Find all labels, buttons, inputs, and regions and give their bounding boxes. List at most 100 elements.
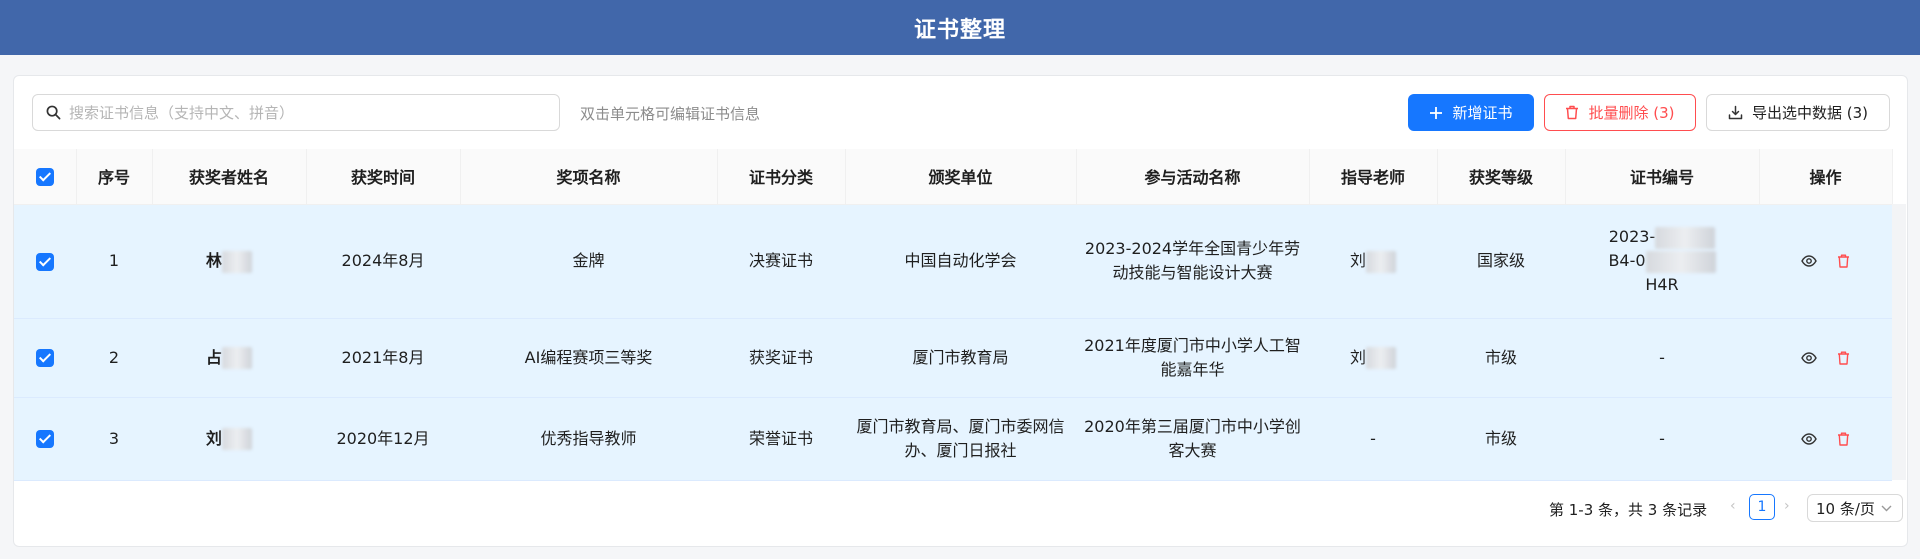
plus-icon — [1429, 106, 1443, 120]
cell-cert-no[interactable]: - — [1565, 397, 1759, 481]
cell-activity[interactable]: 2023-2024学年全国青少年劳动技能与智能设计大赛 — [1076, 204, 1309, 319]
column-header-cert-no: 证书编号 — [1565, 149, 1760, 205]
cell-activity[interactable]: 2020年第三届厦门市中小学创客大赛 — [1076, 397, 1309, 481]
redacted-text — [222, 428, 252, 450]
cell-name[interactable]: 占 — [152, 318, 306, 398]
certificate-table: 序号 获奖者姓名 获奖时间 奖项名称 证书分类 颁奖单位 参与活动名称 指导老师… — [14, 149, 1893, 481]
cell-issuer[interactable]: 中国自动化学会 — [845, 204, 1076, 319]
cell-name[interactable]: 林 — [152, 204, 306, 319]
cell-time[interactable]: 2020年12月 — [306, 397, 460, 481]
add-certificate-button[interactable]: 新增证书 — [1408, 94, 1534, 131]
export-selected-label: 导出选中数据 (3) — [1751, 104, 1869, 122]
redacted-text — [1645, 250, 1716, 273]
column-header-activity: 参与活动名称 — [1076, 149, 1310, 205]
edit-hint: 双击单元格可编辑证书信息 — [580, 105, 761, 123]
column-header-index: 序号 — [76, 149, 153, 205]
export-selected-button[interactable]: 导出选中数据 (3) — [1706, 94, 1890, 131]
cell-teacher[interactable]: 刘 — [1309, 204, 1437, 319]
select-all-cell[interactable] — [14, 149, 77, 205]
cell-time[interactable]: 2024年8月 — [306, 204, 460, 319]
pagination-total: 第 1-3 条，共 3 条记录 — [1549, 501, 1708, 519]
cell-issuer[interactable]: 厦门市教育局 — [845, 318, 1076, 398]
table-scrollbar[interactable] — [1892, 204, 1906, 480]
row-checkbox[interactable] — [36, 430, 54, 448]
batch-delete-label: 批量删除 (3) — [1588, 104, 1675, 122]
cell-activity[interactable]: 2021年度厦门市中小学人工智能嘉年华 — [1076, 318, 1309, 398]
column-header-actions: 操作 — [1759, 149, 1893, 205]
cell-issuer[interactable]: 厦门市教育局、厦门市委网信办、厦门日报社 — [845, 397, 1076, 481]
redacted-text — [1366, 250, 1396, 273]
search-icon — [46, 105, 61, 120]
winner-name: 林 — [205, 251, 222, 270]
toolbar: 双击单元格可编辑证书信息 新增证书 批量删除 (3) 导出选中数据 (3) — [14, 76, 1907, 149]
chevron-left-icon[interactable]: ‹ — [1730, 498, 1736, 514]
redacted-text — [222, 347, 252, 369]
delete-icon[interactable] — [1837, 254, 1850, 268]
cell-teacher[interactable]: 刘 — [1309, 318, 1437, 398]
table-row[interactable]: 3 刘 2020年12月 优秀指导教师 荣誉证书 厦门市教育局、厦门市委网信办、… — [14, 397, 1892, 481]
download-icon — [1728, 105, 1743, 120]
cell-level[interactable]: 市级 — [1437, 397, 1565, 481]
column-header-time: 获奖时间 — [306, 149, 461, 205]
column-header-issuer: 颁奖单位 — [845, 149, 1077, 205]
cell-actions — [1759, 204, 1892, 319]
cell-category[interactable]: 荣誉证书 — [717, 397, 845, 481]
cert-no-line-1: 2023- — [1608, 227, 1656, 246]
certificate-card: 双击单元格可编辑证书信息 新增证书 批量删除 (3) 导出选中数据 (3) — [13, 75, 1908, 547]
cell-level[interactable]: 市级 — [1437, 318, 1565, 398]
column-header-category: 证书分类 — [717, 149, 846, 205]
cell-name[interactable]: 刘 — [152, 397, 306, 481]
cell-index: 2 — [76, 318, 152, 398]
app-header: 证书整理 — [0, 0, 1920, 55]
redacted-text — [1655, 226, 1716, 249]
page-size-value: 10 条/页 — [1816, 499, 1875, 518]
column-header-level: 获奖等级 — [1437, 149, 1566, 205]
table-row[interactable]: 2 占 2021年8月 AI编程赛项三等奖 获奖证书 厦门市教育局 2021年度… — [14, 318, 1892, 398]
cell-actions — [1759, 318, 1892, 398]
row-checkbox[interactable] — [36, 349, 54, 367]
search-box[interactable] — [32, 94, 560, 131]
cell-award[interactable]: AI编程赛项三等奖 — [460, 318, 717, 398]
column-header-name: 获奖者姓名 — [152, 149, 307, 205]
eye-icon[interactable] — [1801, 255, 1817, 267]
cell-time[interactable]: 2021年8月 — [306, 318, 460, 398]
column-header-teacher: 指导老师 — [1309, 149, 1438, 205]
cell-category[interactable]: 决赛证书 — [717, 204, 845, 319]
cell-category[interactable]: 获奖证书 — [717, 318, 845, 398]
table-header-row: 序号 获奖者姓名 获奖时间 奖项名称 证书分类 颁奖单位 参与活动名称 指导老师… — [14, 149, 1893, 205]
winner-name: 刘 — [205, 428, 222, 448]
cell-index: 1 — [76, 204, 152, 319]
add-certificate-label: 新增证书 — [1452, 104, 1513, 122]
page-title: 证书整理 — [913, 17, 1006, 43]
teacher-name: 刘 — [1349, 251, 1366, 270]
chevron-right-icon[interactable]: › — [1784, 498, 1790, 514]
cell-award[interactable]: 金牌 — [460, 204, 717, 319]
eye-icon[interactable] — [1801, 432, 1817, 445]
cell-teacher[interactable]: - — [1309, 397, 1437, 481]
cell-index: 3 — [76, 397, 152, 481]
delete-icon[interactable] — [1837, 351, 1850, 365]
row-select-cell[interactable] — [14, 318, 76, 398]
winner-name: 占 — [205, 347, 222, 367]
cell-cert-no[interactable]: 2023- B4-0 H4R — [1565, 204, 1759, 319]
row-checkbox[interactable] — [36, 252, 54, 271]
row-select-cell[interactable] — [14, 397, 76, 481]
cert-no-line-3: H4R — [1645, 275, 1679, 294]
teacher-name: 刘 — [1349, 347, 1366, 367]
select-all-checkbox[interactable] — [35, 168, 54, 186]
cell-cert-no[interactable]: - — [1565, 318, 1759, 398]
table-row[interactable]: 1 林 2024年8月 金牌 决赛证书 中国自动化学会 2023-2024学年全… — [14, 204, 1892, 319]
cell-level[interactable]: 国家级 — [1437, 204, 1565, 319]
cert-no-line-2: B4-0 — [1608, 251, 1646, 270]
pagination: 第 1-3 条，共 3 条记录 ‹ 1 › 10 条/页 — [14, 484, 1907, 524]
cell-award[interactable]: 优秀指导教师 — [460, 397, 717, 481]
page-size-select[interactable]: 10 条/页 — [1807, 494, 1903, 522]
eye-icon[interactable] — [1801, 351, 1817, 364]
page-number-current[interactable]: 1 — [1749, 494, 1775, 520]
redacted-text — [1366, 347, 1396, 369]
search-input[interactable] — [69, 103, 549, 122]
batch-delete-button[interactable]: 批量删除 (3) — [1544, 94, 1696, 131]
row-select-cell[interactable] — [14, 204, 76, 319]
delete-icon[interactable] — [1837, 432, 1850, 446]
chevron-down-icon — [1881, 505, 1892, 512]
